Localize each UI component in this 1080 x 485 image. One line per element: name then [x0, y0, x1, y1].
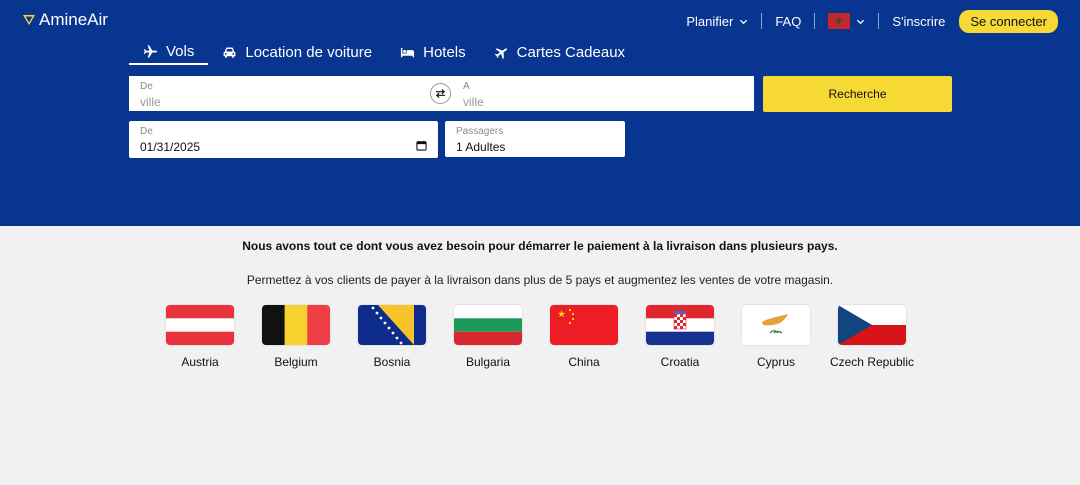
origin-label: De: [140, 81, 153, 92]
tab-car-rental[interactable]: Location de voiture: [208, 41, 386, 64]
plan-menu[interactable]: Planifier: [686, 14, 748, 29]
tab-label: Location de voiture: [245, 44, 373, 61]
register-label: S'inscrire: [892, 13, 946, 29]
chevron-down-icon: [740, 19, 748, 24]
login-button[interactable]: Se connecter: [959, 9, 1058, 33]
origin-field[interactable]: De ville: [129, 76, 429, 111]
nav-divider: [878, 13, 880, 29]
route-fields: De ville A ville: [129, 76, 754, 111]
swap-route-button[interactable]: [430, 83, 451, 104]
country-name: Austria: [181, 355, 219, 369]
country-name: Bosnia: [373, 355, 411, 369]
faq-label: FAQ: [775, 13, 802, 29]
cyprus-flag-icon: [742, 305, 810, 345]
nav-divider: [761, 13, 763, 29]
section-headline: Nous avons tout ce dont vous avez besoin…: [242, 239, 838, 253]
country-item-china[interactable]: China: [536, 305, 632, 369]
swap-arrows-icon: [435, 88, 446, 99]
plan-menu-label: Planifier: [686, 13, 734, 29]
chevron-down-icon: [857, 19, 865, 24]
country-item-croatia[interactable]: Croatia: [632, 305, 728, 369]
destination-label: A: [463, 81, 470, 92]
date-label: De: [140, 126, 153, 137]
tab-gift-cards[interactable]: Cartes Cadeaux: [480, 41, 639, 64]
plane-icon: [143, 45, 158, 58]
country-list: Austria Belgium Bosnia Bulgaria China Cr…: [152, 305, 920, 369]
country-name: Bulgaria: [465, 355, 511, 369]
country-item-bosnia[interactable]: Bosnia: [344, 305, 440, 369]
register-link[interactable]: S'inscrire: [892, 14, 945, 29]
harp-logo-icon: [23, 15, 35, 25]
nav-divider: [814, 13, 816, 29]
country-name: Cyprus: [756, 355, 795, 369]
country-name: China: [568, 355, 600, 369]
bosnia-flag-icon: [358, 305, 426, 345]
country-item-cyprus[interactable]: Cyprus: [728, 305, 824, 369]
czech-republic-flag-icon: [838, 305, 906, 345]
country-item-austria[interactable]: Austria: [152, 305, 248, 369]
decorative-dots: · · ·: [129, 187, 132, 228]
departure-date-field[interactable]: De 01/31/2025: [129, 121, 438, 158]
tab-flights[interactable]: Vols: [129, 41, 209, 65]
calendar-icon[interactable]: [416, 140, 427, 151]
passengers-label: Passagers: [456, 126, 504, 137]
country-item-belgium[interactable]: Belgium: [248, 305, 344, 369]
tab-label: Cartes Cadeaux: [516, 44, 626, 61]
origin-input[interactable]: ville: [140, 95, 161, 109]
passengers-field[interactable]: Passagers 1 Adultes: [445, 121, 625, 157]
search-button[interactable]: Recherche: [763, 76, 952, 112]
language-selector[interactable]: [828, 13, 865, 29]
plane-icon: [494, 48, 507, 60]
date-input[interactable]: 01/31/2025: [140, 140, 200, 154]
passengers-input[interactable]: 1 Adultes: [456, 140, 505, 154]
china-flag-icon: [550, 305, 618, 345]
destination-field[interactable]: A ville: [452, 76, 754, 111]
belgium-flag-icon: [262, 305, 330, 345]
top-navigation: Planifier FAQ S'inscrire Se connecter: [686, 9, 1058, 33]
bed-icon: [401, 47, 415, 58]
hero-section: AmineAir Planifier FAQ S'inscrire Se con…: [0, 0, 1080, 228]
austria-flag-icon: [166, 305, 234, 345]
tab-label: Hotels: [423, 44, 466, 61]
section-subline: Permettez à vos clients de payer à la li…: [246, 273, 834, 287]
country-name: Belgium: [274, 355, 318, 369]
car-icon: [223, 47, 236, 58]
tab-label: Vols: [166, 43, 195, 60]
destination-input[interactable]: ville: [463, 95, 484, 109]
country-item-czech-republic[interactable]: Czech Republic: [824, 305, 920, 369]
country-item-bulgaria[interactable]: Bulgaria: [440, 305, 536, 369]
booking-tabs: Vols Location de voiture Hotels Cartes C…: [129, 41, 639, 65]
brand-name: AmineAir: [39, 10, 108, 29]
faq-link[interactable]: FAQ: [775, 14, 801, 29]
country-name: Croatia: [660, 355, 700, 369]
tab-hotels[interactable]: Hotels: [386, 41, 480, 64]
morocco-flag-icon: [828, 13, 851, 29]
croatia-flag-icon: [646, 305, 714, 345]
country-name: Czech Republic: [829, 355, 915, 369]
brand-logo[interactable]: AmineAir: [22, 10, 108, 30]
bulgaria-flag-icon: [454, 305, 522, 345]
